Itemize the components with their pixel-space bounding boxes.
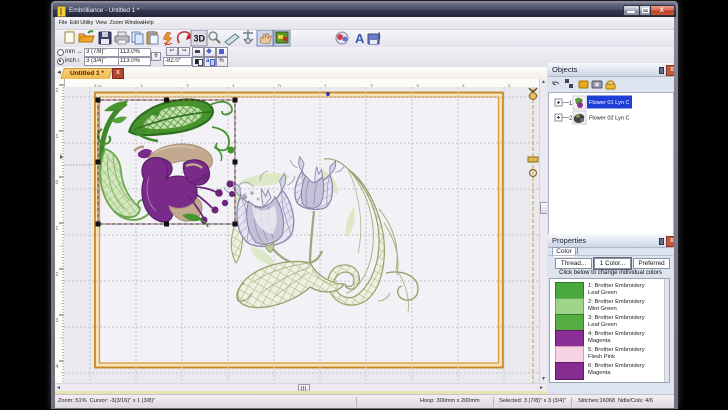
svg-text:2: 2 bbox=[569, 116, 573, 122]
svg-text:3D: 3D bbox=[194, 34, 206, 44]
svg-text:2: 2 bbox=[56, 272, 59, 278]
svg-text:A: A bbox=[355, 31, 365, 46]
svg-text:4: 4 bbox=[56, 364, 59, 370]
svg-text:1: 1 bbox=[56, 134, 59, 140]
svg-text:1: 1 bbox=[56, 226, 59, 232]
svg-text:Flower 01 Lyn C: Flower 01 Lyn C bbox=[589, 100, 630, 106]
svg-text:1: 1 bbox=[569, 101, 573, 107]
svg-text:3: 3 bbox=[56, 318, 59, 324]
svg-text:2: 2 bbox=[56, 88, 59, 94]
svg-text:Flower 02 Lyn C: Flower 02 Lyn C bbox=[589, 116, 630, 122]
svg-text:0: 0 bbox=[56, 180, 59, 186]
